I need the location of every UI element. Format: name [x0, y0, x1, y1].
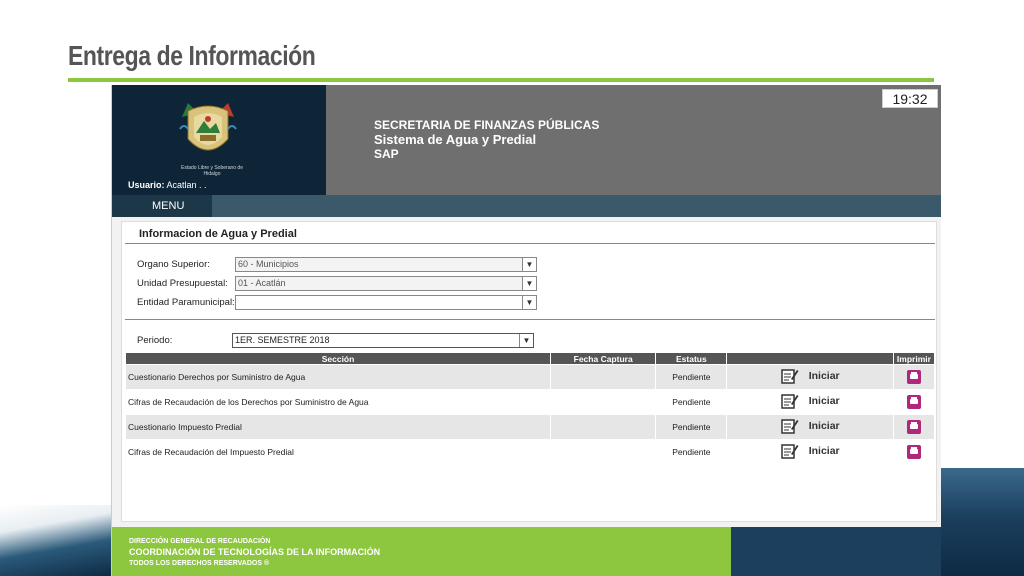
col-header-fecha: Fecha Captura — [551, 353, 656, 364]
iniciar-button[interactable]: Iniciar — [780, 443, 840, 459]
iniciar-button[interactable]: Iniciar — [780, 418, 840, 434]
user-info: Usuario: Acatlan . . — [128, 180, 207, 190]
edit-form-icon — [780, 369, 799, 384]
cell-imprimir — [893, 365, 934, 389]
cell-imprimir — [893, 440, 934, 464]
crest-caption: Estado Libre y Soberano de Hidalgo — [181, 165, 243, 177]
state-crest-logo — [179, 103, 237, 151]
divider — [125, 319, 935, 320]
menu-button[interactable]: MENU — [112, 195, 212, 217]
footer-line-3: TODOS LOS DERECHOS RESERVADOS ® — [129, 560, 270, 567]
organo-select[interactable]: 60 - Municipios ▼ — [235, 257, 537, 272]
cell-accion: Iniciar — [727, 415, 893, 439]
cell-fecha — [551, 390, 656, 414]
chevron-down-icon[interactable]: ▼ — [522, 277, 536, 290]
user-value: Acatlan . . — [166, 180, 207, 190]
entidad-label: Entidad Paramunicipal: — [137, 297, 235, 308]
cell-accion: Iniciar — [727, 440, 893, 464]
table-header-row: Sección Fecha Captura Estatus Imprimir — [126, 353, 934, 364]
cell-fecha — [551, 415, 656, 439]
header-banner: SECRETARIA DE FINANZAS PÚBLICAS Sistema … — [326, 85, 941, 195]
iniciar-label: Iniciar — [808, 370, 840, 382]
cell-fecha — [551, 440, 656, 464]
col-header-accion — [727, 353, 893, 364]
secretaria-name: SECRETARIA DE FINANZAS PÚBLICAS — [374, 118, 600, 132]
slide-title: Entrega de Información — [68, 40, 316, 71]
menu-bar: MENU — [112, 195, 941, 217]
cell-estatus: Pendiente — [656, 440, 727, 464]
cell-imprimir — [893, 390, 934, 414]
chevron-down-icon[interactable]: ▼ — [519, 334, 533, 347]
chevron-down-icon[interactable]: ▼ — [522, 258, 536, 271]
edit-form-icon — [780, 419, 799, 434]
cell-fecha — [551, 365, 656, 389]
footer-line-1: DIRECCIÓN GENERAL DE RECAUDACIÓN — [129, 538, 271, 545]
iniciar-button[interactable]: Iniciar — [780, 393, 840, 409]
entidad-select[interactable]: ▼ — [235, 295, 537, 310]
periodo-value: 1ER. SEMESTRE 2018 — [235, 335, 330, 345]
edit-form-icon — [780, 394, 799, 409]
periodo-select[interactable]: 1ER. SEMESTRE 2018 ▼ — [232, 333, 534, 348]
cell-accion: Iniciar — [727, 365, 893, 389]
printer-icon[interactable] — [906, 445, 921, 459]
unidad-select[interactable]: 01 - Acatlán ▼ — [235, 276, 537, 291]
panel-title: Informacion de Agua y Predial — [139, 228, 297, 240]
decorative-wave-left — [0, 505, 112, 576]
header-logo-area: Estado Libre y Soberano de Hidalgo Usuar… — [112, 85, 326, 195]
cell-seccion: Cifras de Recaudación del Impuesto Predi… — [126, 440, 551, 464]
printer-icon[interactable] — [906, 420, 921, 434]
edit-form-icon — [780, 444, 799, 459]
organo-label: Organo Superior: — [137, 259, 210, 270]
app-screenshot: Estado Libre y Soberano de Hidalgo Usuar… — [111, 85, 941, 576]
unidad-value: 01 - Acatlán — [238, 278, 286, 288]
presentation-slide: Entrega de Información Estado Libre y So… — [0, 0, 1024, 576]
info-panel: Informacion de Agua y Predial Organo Sup… — [121, 221, 937, 522]
divider — [125, 243, 935, 244]
printer-icon[interactable] — [906, 395, 921, 409]
cell-accion: Iniciar — [727, 390, 893, 414]
system-acronym: SAP — [374, 147, 399, 161]
cell-estatus: Pendiente — [656, 365, 727, 389]
table-row: Cuestionario Derechos por Suministro de … — [126, 365, 934, 389]
footer-line-2: COORDINACIÓN DE TECNOLOGÍAS DE LA INFORM… — [129, 547, 381, 557]
cell-seccion: Cuestionario Derechos por Suministro de … — [126, 365, 551, 389]
cell-imprimir — [893, 415, 934, 439]
printer-icon[interactable] — [906, 370, 921, 384]
periodo-label: Periodo: — [137, 335, 173, 346]
system-name: Sistema de Agua y Predial — [374, 132, 537, 147]
table-row: Cifras de Recaudación del Impuesto Predi… — [126, 440, 934, 464]
table-row: Cuestionario Impuesto Predial Pendiente … — [126, 415, 934, 439]
unidad-label: Unidad Presupuestal: — [137, 278, 228, 289]
col-header-estatus: Estatus — [656, 353, 727, 364]
organo-value: 60 - Municipios — [238, 259, 299, 269]
cell-estatus: Pendiente — [656, 390, 727, 414]
iniciar-button[interactable]: Iniciar — [780, 368, 840, 384]
table-row: Cifras de Recaudación de los Derechos po… — [126, 390, 934, 414]
footer-credits: DIRECCIÓN GENERAL DE RECAUDACIÓN COORDIN… — [112, 527, 731, 576]
cell-estatus: Pendiente — [656, 415, 727, 439]
col-header-seccion: Sección — [126, 353, 551, 364]
iniciar-label: Iniciar — [808, 420, 840, 432]
user-label: Usuario: — [128, 180, 165, 190]
iniciar-label: Iniciar — [808, 445, 840, 457]
col-header-imprimir: Imprimir — [893, 353, 934, 364]
iniciar-label: Iniciar — [808, 395, 840, 407]
cell-seccion: Cuestionario Impuesto Predial — [126, 415, 551, 439]
title-underline — [68, 78, 934, 82]
decorative-wave-right — [940, 468, 1024, 576]
cell-seccion: Cifras de Recaudación de los Derechos po… — [126, 390, 551, 414]
clock-display: 19:32 — [882, 89, 938, 108]
chevron-down-icon[interactable]: ▼ — [522, 296, 536, 309]
sections-table: Sección Fecha Captura Estatus Imprimir C… — [125, 352, 935, 465]
footer-dark-block — [731, 527, 941, 576]
